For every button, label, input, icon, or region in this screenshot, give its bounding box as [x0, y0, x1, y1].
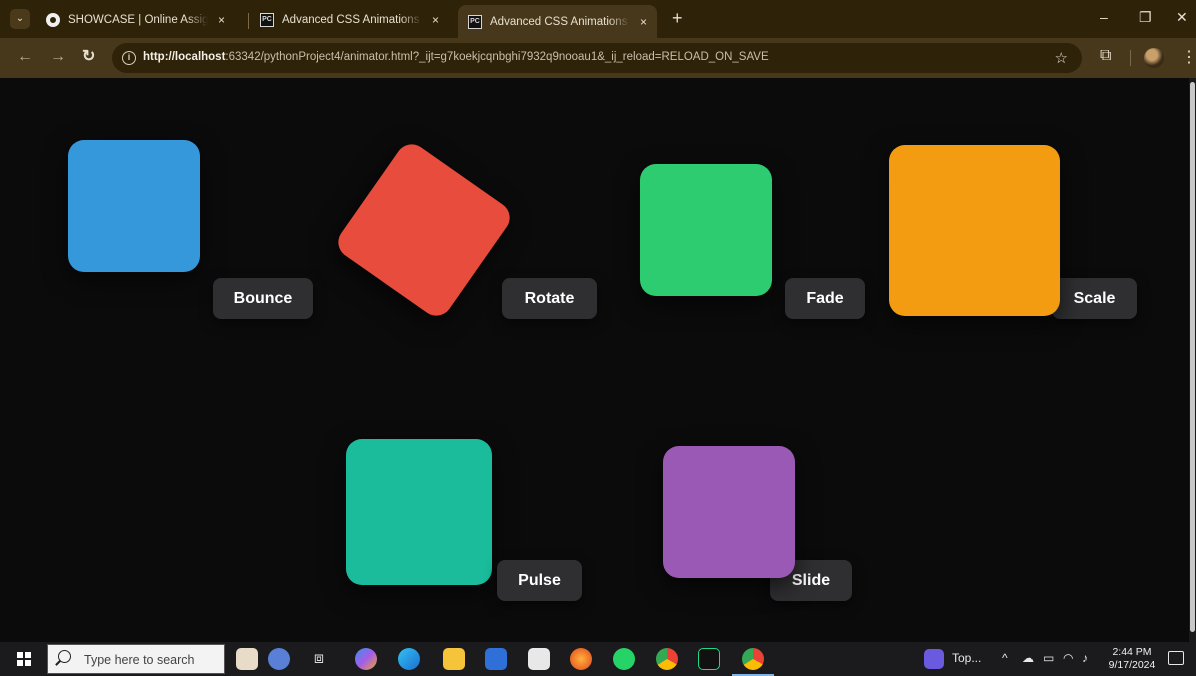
url-host: http://localhost: [143, 51, 226, 63]
tab-showcase[interactable]: SHOWCASE | Online Assignment Submission …: [36, 5, 235, 35]
file-explorer-icon[interactable]: [443, 648, 465, 670]
animation-demo-page: Bounce Rotate Fade Scale Pulse Slide: [0, 78, 1196, 642]
scale-button[interactable]: Scale: [1052, 278, 1137, 319]
scale-box: [889, 145, 1060, 316]
whatsapp-icon[interactable]: [613, 648, 635, 670]
new-tab-button[interactable]: +: [672, 8, 683, 28]
url-text[interactable]: http://localhost:63342/pythonProject4/an…: [143, 51, 769, 63]
fade-box: [640, 164, 772, 296]
back-arrow-icon[interactable]: ←: [17, 47, 33, 67]
task-view-icon[interactable]: ⧈: [308, 648, 330, 670]
address-bar[interactable]: i http://localhost:63342/pythonProject4/…: [112, 43, 1082, 73]
onedrive-icon[interactable]: ☁: [1022, 651, 1034, 665]
notepad-app-icon[interactable]: [236, 648, 258, 670]
chrome-profile-icon[interactable]: [742, 648, 764, 670]
slide-box: [663, 446, 795, 578]
chrome-icon[interactable]: [656, 648, 678, 670]
browser-menu-kebab-icon[interactable]: ⋮: [1181, 47, 1196, 67]
rotate-box: [332, 138, 516, 322]
pulse-button[interactable]: Pulse: [497, 560, 582, 601]
top-stories-widget-icon[interactable]: [924, 649, 944, 669]
profile-avatar[interactable]: [1144, 48, 1164, 68]
pycharm-favicon-icon: PC: [468, 14, 482, 29]
tab-close-icon[interactable]: ×: [640, 15, 647, 29]
fade-button[interactable]: Fade: [785, 278, 865, 319]
tab-title: Advanced CSS Animations Example: [282, 14, 422, 26]
showcase-favicon-icon: [46, 13, 60, 27]
reload-icon[interactable]: ↻: [82, 47, 95, 67]
edge-browser-icon[interactable]: [398, 648, 420, 670]
url-path: :63342/pythonProject4/animator.html?_ijt…: [225, 51, 769, 63]
clock-time: 2:44 PM: [1112, 646, 1152, 658]
pulse-box: [346, 439, 492, 585]
bookmark-star-icon[interactable]: ☆: [1055, 49, 1068, 67]
volume-icon[interactable]: ♪: [1082, 651, 1088, 665]
copilot-icon[interactable]: [355, 648, 377, 670]
pycharm-favicon-icon: PC: [260, 13, 274, 27]
battery-icon[interactable]: ▭: [1043, 651, 1054, 665]
page-scrollbar[interactable]: [1189, 78, 1196, 642]
tab-title: Advanced CSS Animations Example: [490, 15, 630, 28]
bounce-button[interactable]: Bounce: [213, 278, 313, 319]
browser-toolbar: ← → ↻ i http://localhost:63342/pythonPro…: [0, 38, 1196, 78]
tray-chevron-icon[interactable]: ^: [1002, 651, 1008, 665]
mail-icon[interactable]: [528, 648, 550, 670]
bounce-box: [68, 140, 200, 272]
search-icon: [58, 650, 71, 663]
clock-date: 9/17/2024: [1108, 659, 1156, 671]
rotate-button[interactable]: Rotate: [502, 278, 597, 319]
tab-animations-active[interactable]: PC Advanced CSS Animations Example ×: [458, 5, 658, 38]
tray-app-label[interactable]: Top...: [952, 651, 981, 665]
close-window-button[interactable]: ✕: [1176, 9, 1188, 26]
notification-center-icon[interactable]: [1168, 651, 1184, 665]
minimize-button[interactable]: –: [1100, 9, 1108, 25]
pycharm-icon[interactable]: [698, 648, 720, 670]
tab-strip: ⌄ SHOWCASE | Online Assignment Submissio…: [0, 0, 1196, 38]
scrollbar-thumb[interactable]: [1190, 82, 1195, 632]
restore-button[interactable]: ❐: [1139, 9, 1152, 26]
tab-search-chevron-icon[interactable]: ⌄: [10, 9, 30, 29]
tab-animations-1[interactable]: PC Advanced CSS Animations Example ×: [250, 5, 449, 35]
emoji-app-icon[interactable]: [268, 648, 290, 670]
tab-close-icon[interactable]: ×: [432, 13, 439, 27]
extensions-puzzle-icon[interactable]: ⧉: [1100, 47, 1111, 65]
windows-taskbar: Type here to search ⧈ Top... ^ ☁ ▭ ◠ ♪ 2…: [0, 642, 1196, 676]
tab-close-icon[interactable]: ×: [218, 13, 225, 27]
toolbar-divider: [1130, 50, 1131, 66]
firefox-icon[interactable]: [570, 648, 592, 670]
system-clock[interactable]: 2:44 PM 9/17/2024: [1106, 646, 1158, 672]
windows-start-icon[interactable]: [17, 652, 31, 666]
microsoft-store-icon[interactable]: [485, 648, 507, 670]
taskbar-search-input[interactable]: Type here to search: [47, 644, 225, 674]
forward-arrow-icon[interactable]: →: [50, 47, 66, 67]
tab-separator: [248, 13, 249, 29]
tab-title: SHOWCASE | Online Assignment Submission: [68, 14, 208, 26]
site-info-icon[interactable]: i: [122, 51, 136, 65]
wifi-icon[interactable]: ◠: [1063, 651, 1073, 665]
search-placeholder: Type here to search: [84, 653, 195, 667]
